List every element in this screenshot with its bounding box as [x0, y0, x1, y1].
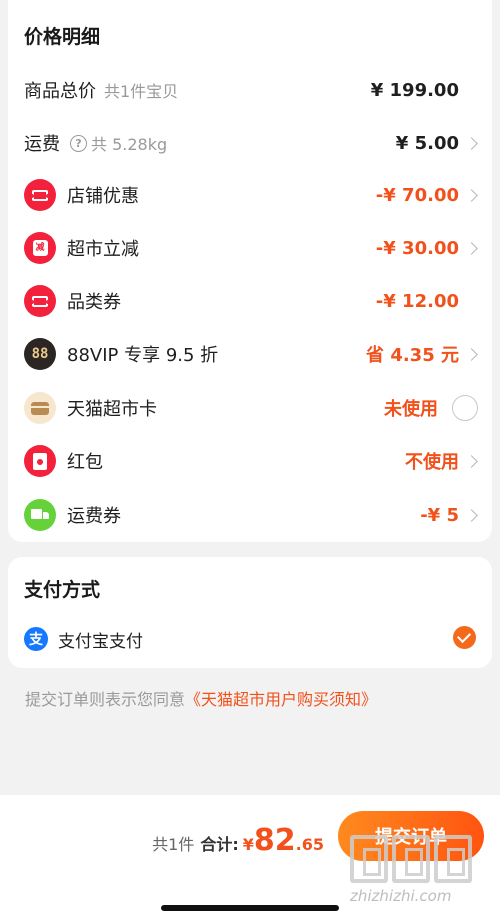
checkmark-radio-icon[interactable]	[453, 626, 476, 649]
chevron-right-icon	[465, 241, 478, 255]
shipping-coupon-icon	[24, 499, 56, 531]
agreement-prefix: 提交订单则表示您同意	[25, 690, 186, 709]
row-red-envelope[interactable]: 红包 不使用	[8, 441, 492, 481]
goods-total-value: ¥ 199.00	[370, 79, 459, 101]
row-shop-discount[interactable]: 店铺优惠 -¥ 70.00	[8, 175, 492, 215]
chevron-right-icon	[465, 136, 478, 150]
chevron-right-icon	[465, 347, 478, 361]
shop-discount-value: -¥ 70.00	[375, 184, 459, 206]
agreement-text: 提交订单则表示您同意《天猫超市用户购买须知》	[25, 686, 377, 710]
chevron-right-icon	[465, 188, 478, 202]
question-icon[interactable]: ?	[70, 134, 87, 152]
submit-order-button[interactable]: 提交订单	[338, 811, 484, 861]
shipping-weight-text: 共 5.28kg	[91, 135, 168, 154]
watermark-text: zhizhizhi.com	[350, 887, 452, 905]
supermarket-discount-value: -¥ 30.00	[375, 237, 459, 259]
tmall-card-status: 未使用	[384, 399, 438, 420]
total-amount-decimal: .65	[295, 835, 324, 854]
home-indicator	[161, 905, 339, 911]
chevron-right-icon	[465, 508, 478, 522]
shop-coupon-icon	[24, 179, 56, 211]
red-envelope-status: 不使用	[405, 452, 459, 473]
tmall-card-label: 天猫超市卡	[67, 399, 157, 420]
supermarket-discount-icon: 减	[24, 232, 56, 264]
payment-title: 支付方式	[24, 579, 101, 601]
order-summary: 共1件 合计: ¥ 82 .65	[152, 823, 324, 858]
shipping-coupon-value: -¥ 5	[420, 504, 459, 526]
price-detail-card: 价格明细 商品总价 共1件宝贝 ¥ 199.00 运费 ? 共 5.28kg ¥…	[8, 0, 492, 542]
category-coupon-label: 品类券	[67, 292, 121, 313]
payment-method-label: 支付宝支付	[58, 631, 143, 652]
alipay-icon: 支	[24, 627, 48, 651]
card-icon	[24, 392, 56, 424]
currency-symbol: ¥	[242, 835, 254, 854]
payment-card: 支付方式 支 支付宝支付	[8, 557, 492, 668]
shipping-fee-value: ¥ 5.00	[395, 132, 459, 154]
row-goods-total: 商品总价 共1件宝贝 ¥ 199.00	[8, 70, 492, 110]
row-supermarket-discount[interactable]: 减 超市立减 -¥ 30.00	[8, 228, 492, 268]
total-label: 合计:	[200, 835, 239, 854]
agreement-link[interactable]: 《天猫超市用户购买须知》	[185, 690, 377, 709]
row-category-coupon[interactable]: 品类券 -¥ 12.00	[8, 281, 492, 321]
88vip-savings-value: 省 4.35 元	[366, 345, 459, 366]
88vip-label: 88VIP 专享 9.5 折	[67, 345, 219, 366]
88vip-icon: 88	[24, 338, 56, 370]
red-envelope-label: 红包	[67, 452, 103, 473]
shipping-coupon-label: 运费券	[67, 506, 121, 527]
red-envelope-icon	[24, 445, 56, 477]
row-88vip[interactable]: 88 88VIP 专享 9.5 折 省 4.35 元	[8, 334, 492, 374]
shipping-fee-label: 运费	[24, 134, 60, 155]
payment-method-alipay[interactable]: 支 支付宝支付	[24, 621, 476, 657]
row-shipping-fee[interactable]: 运费 ? 共 5.28kg ¥ 5.00	[8, 123, 492, 163]
goods-total-label: 商品总价	[24, 81, 96, 102]
category-coupon-icon	[24, 285, 56, 317]
goods-count-text: 共1件宝贝	[104, 82, 179, 101]
total-amount-integer: 82	[253, 823, 296, 858]
price-detail-title: 价格明细	[24, 26, 101, 48]
supermarket-discount-label: 超市立减	[67, 239, 139, 260]
checkout-bar: 共1件 合计: ¥ 82 .65 提交订单 zhizhizhi.com	[0, 795, 500, 921]
item-count: 共1件	[152, 835, 195, 854]
row-shipping-coupon[interactable]: 运费券 -¥ 5	[8, 495, 492, 535]
row-tmall-card[interactable]: 天猫超市卡 未使用	[8, 388, 492, 428]
tmall-card-radio[interactable]	[452, 395, 478, 421]
category-coupon-value: -¥ 12.00	[375, 290, 459, 312]
chevron-right-icon	[465, 454, 478, 468]
shop-discount-label: 店铺优惠	[67, 186, 139, 207]
